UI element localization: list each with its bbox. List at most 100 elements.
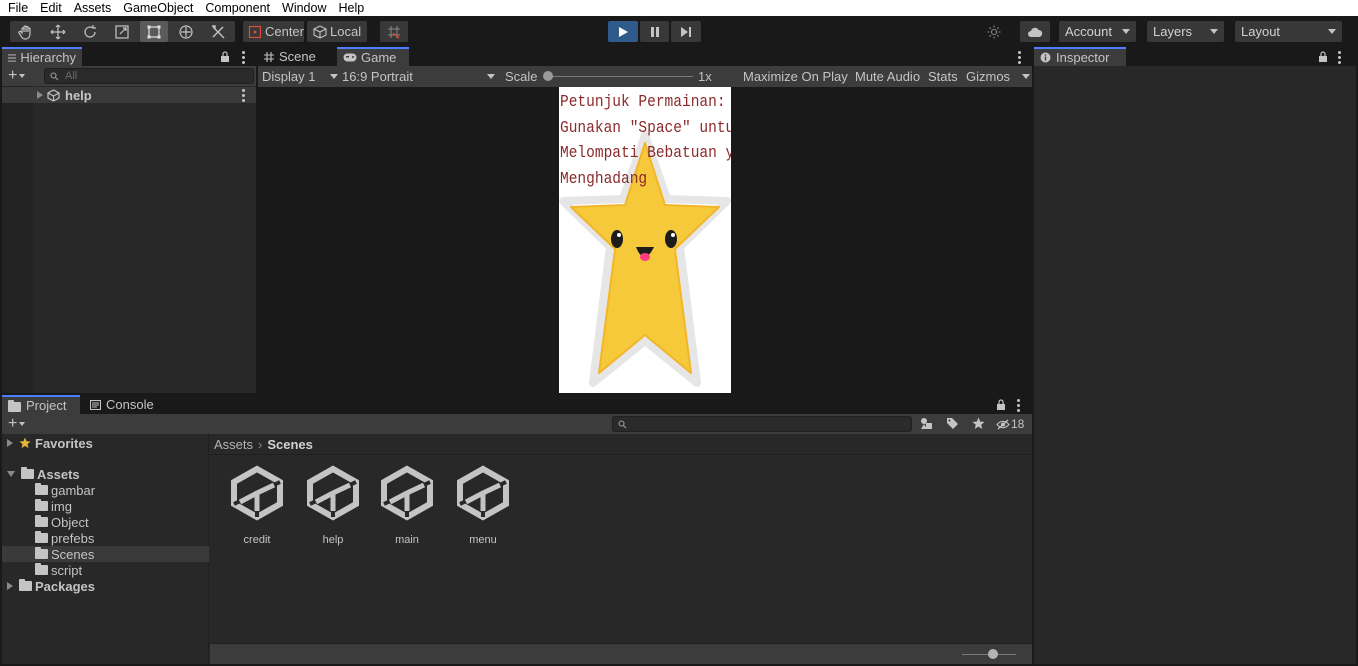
hierarchy-search-input[interactable]: All xyxy=(44,68,254,84)
stats-toggle[interactable]: Stats xyxy=(928,69,958,84)
folder-icon xyxy=(35,547,48,559)
cloud-button[interactable] xyxy=(1020,21,1050,42)
rect-icon xyxy=(147,25,161,38)
tab-inspector[interactable]: Inspector xyxy=(1034,47,1126,66)
menu-help[interactable]: Help xyxy=(330,0,364,16)
search-icon xyxy=(618,419,627,428)
tab-game[interactable]: Game xyxy=(337,47,409,66)
light-button[interactable] xyxy=(980,21,1008,42)
tree-item-folder[interactable]: Object xyxy=(2,514,211,530)
instruction-line: Menghadang xyxy=(560,168,648,188)
tab-console[interactable]: Console xyxy=(84,395,162,414)
aspect-label: 16:9 Portrait xyxy=(342,69,413,84)
space-toggle-button[interactable]: Local xyxy=(307,21,367,42)
pause-button[interactable] xyxy=(640,21,669,42)
scene-asset[interactable]: help xyxy=(298,465,368,546)
grid-snap-button[interactable] xyxy=(380,21,408,42)
gizmos-dropdown[interactable]: Gizmos xyxy=(966,69,1030,84)
hidden-packages-toggle[interactable]: 18 xyxy=(996,417,1024,431)
lock-icon[interactable] xyxy=(1318,51,1328,62)
tree-item-assets[interactable]: Assets xyxy=(2,466,211,482)
breadcrumb-scenes[interactable]: Scenes xyxy=(267,437,313,452)
pause-icon xyxy=(650,26,659,37)
layers-dropdown[interactable]: Layers xyxy=(1147,21,1224,42)
move-tool-button[interactable] xyxy=(44,21,72,42)
mute-audio-toggle[interactable]: Mute Audio xyxy=(855,69,920,84)
menu-gameobject[interactable]: GameObject xyxy=(115,0,193,16)
inspector-menu-icon[interactable] xyxy=(1338,51,1341,66)
aspect-dropdown[interactable]: 16:9 Portrait xyxy=(342,69,495,84)
project-tab-label: Project xyxy=(26,398,67,413)
tree-item-folder[interactable]: prefebs xyxy=(2,530,211,546)
sun-icon xyxy=(987,25,1001,38)
item-menu-icon[interactable] xyxy=(242,89,245,104)
breadcrumb-assets[interactable]: Assets xyxy=(214,437,253,452)
menu-assets[interactable]: Assets xyxy=(66,0,112,16)
filter-type-icon[interactable] xyxy=(920,417,933,430)
instruction-line: Melompati Bebatuan yang xyxy=(560,143,731,162)
tree-item-favorites[interactable]: Favorites xyxy=(2,435,211,451)
project-search-input[interactable] xyxy=(612,416,912,432)
game-view-panel: Scene Game Display 1 16:9 Portrait Scale… xyxy=(258,47,1032,393)
folder-icon xyxy=(35,531,48,543)
game-viewport[interactable]: Petunjuk Permainan: Gunakan "Space" untu… xyxy=(559,87,731,393)
inspector-tabbar: Inspector xyxy=(1034,47,1356,66)
tree-item-folder-selected[interactable]: Scenes xyxy=(2,546,209,562)
scale-slider[interactable] xyxy=(545,76,693,77)
hierarchy-item-help[interactable]: help xyxy=(2,87,256,103)
hand-tool-button[interactable] xyxy=(12,21,40,42)
create-button[interactable]: + xyxy=(8,68,26,84)
tools-icon xyxy=(212,24,225,38)
tab-hierarchy[interactable]: Hierarchy xyxy=(2,47,82,66)
gamepad-icon xyxy=(343,53,357,62)
star-icon xyxy=(19,437,31,449)
lock-icon[interactable] xyxy=(996,399,1006,410)
tab-scene[interactable]: Scene xyxy=(258,47,336,66)
pivot-toggle-button[interactable]: Center xyxy=(243,21,304,42)
game-menu-icon[interactable] xyxy=(1018,51,1021,66)
hand-icon xyxy=(18,24,31,40)
transform-tool-button[interactable] xyxy=(172,21,200,42)
scene-asset[interactable]: menu xyxy=(448,465,518,546)
chevron-down-icon xyxy=(330,74,338,79)
lock-icon[interactable] xyxy=(220,51,230,62)
scale-tool-button[interactable] xyxy=(108,21,136,42)
console-icon xyxy=(90,399,101,410)
hierarchy-gutter xyxy=(2,86,34,393)
step-button[interactable] xyxy=(671,21,701,42)
tree-item-folder[interactable]: script xyxy=(2,562,211,578)
play-button[interactable] xyxy=(608,21,638,42)
star-icon[interactable] xyxy=(972,417,985,430)
project-create-button[interactable]: + xyxy=(8,416,26,432)
layout-dropdown[interactable]: Layout xyxy=(1235,21,1342,42)
tree-item-packages[interactable]: Packages xyxy=(2,578,211,594)
maximize-on-play-toggle[interactable]: Maximize On Play xyxy=(743,69,848,84)
account-dropdown[interactable]: Account xyxy=(1059,21,1136,42)
menu-window[interactable]: Window xyxy=(274,0,326,16)
tree-item-folder[interactable]: gambar xyxy=(2,482,211,498)
asset-statusbar xyxy=(210,643,1032,664)
icon-size-slider-thumb[interactable] xyxy=(988,649,998,659)
display-dropdown[interactable]: Display 1 xyxy=(262,69,338,84)
assets-label: Assets xyxy=(37,466,80,482)
scene-asset[interactable]: credit xyxy=(222,465,292,546)
hierarchy-menu-icon[interactable] xyxy=(242,51,245,66)
project-tree: Favorites Assets gambar img Object prefe… xyxy=(2,434,209,664)
tab-project[interactable]: Project xyxy=(2,395,80,414)
custom-tool-button[interactable] xyxy=(204,21,232,42)
chevron-down-icon xyxy=(1022,74,1030,79)
menu-component[interactable]: Component xyxy=(197,0,270,16)
display-label: Display 1 xyxy=(262,69,316,84)
scene-asset[interactable]: main xyxy=(372,465,442,546)
project-menu-icon[interactable] xyxy=(1017,399,1020,414)
menu-file[interactable]: File xyxy=(0,0,28,16)
tree-item-folder[interactable]: img xyxy=(2,498,211,514)
folder-label: prefebs xyxy=(51,530,95,546)
rotate-tool-button[interactable] xyxy=(76,21,104,42)
tag-icon[interactable] xyxy=(946,417,959,430)
scale-slider-thumb[interactable] xyxy=(543,71,553,81)
scale-icon xyxy=(115,24,129,39)
menu-edit[interactable]: Edit xyxy=(32,0,62,16)
rect-tool-button[interactable] xyxy=(140,21,168,42)
chevron-down-icon xyxy=(1328,29,1336,34)
